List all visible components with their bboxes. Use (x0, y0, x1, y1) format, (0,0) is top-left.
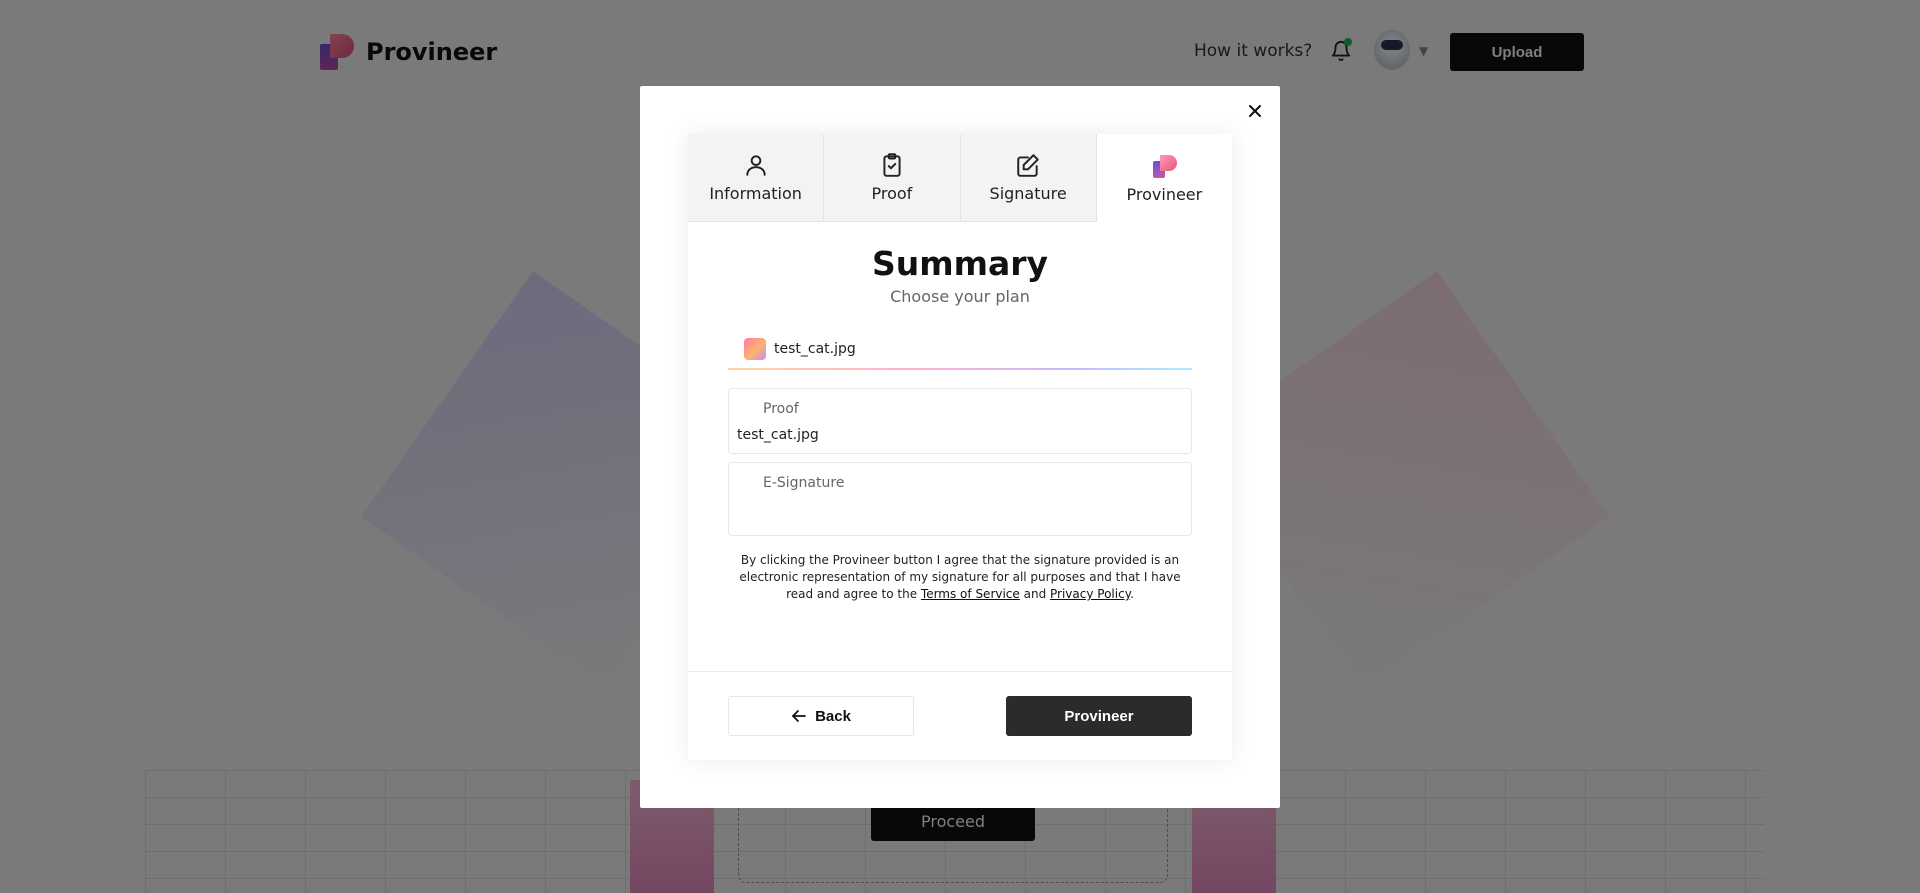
gradient-divider (728, 368, 1192, 370)
summary-title: Summary (871, 244, 1049, 283)
clipboard-check-icon (883, 153, 901, 177)
tab-label-provineer: Provineer (1126, 184, 1203, 204)
tab-label-proof: Proof (871, 184, 913, 203)
selected-file-row: test_cat.jpg (728, 330, 1192, 368)
person-icon (745, 155, 766, 176)
privacy-policy-link[interactable]: Privacy Policy (1050, 587, 1130, 601)
summary-card: Information Proof Signature Provineer Su… (688, 134, 1232, 760)
proof-field-value: test_cat.jpg (737, 427, 819, 443)
tab-label-information: Information (709, 184, 802, 203)
footer-divider (688, 671, 1232, 672)
tab-signature[interactable]: Signature (960, 134, 1097, 222)
provineer-submit-button[interactable]: Provineer (1006, 696, 1192, 736)
step-tabs: Information Proof Signature Provineer (688, 134, 1232, 222)
file-thumbnail (744, 338, 766, 360)
back-button-label: Back (815, 707, 851, 725)
tab-provineer[interactable]: Provineer (1096, 134, 1232, 222)
back-button[interactable]: Back (728, 696, 914, 736)
tab-label-signature: Signature (989, 184, 1067, 203)
terms-of-service-link[interactable]: Terms of Service (921, 587, 1020, 601)
tab-proof[interactable]: Proof (824, 134, 961, 222)
tab-information[interactable]: Information (688, 134, 825, 222)
e-signature-field: E-Signature (728, 462, 1192, 536)
proof-field-label: Proof (763, 401, 799, 417)
e-signature-field-label: E-Signature (763, 475, 845, 491)
file-name: test_cat.jpg (774, 341, 856, 357)
provineer-logo-icon (1151, 153, 1178, 179)
close-icon (1249, 105, 1261, 117)
proof-field: Proof test_cat.jpg (728, 388, 1192, 454)
arrow-left-icon (792, 710, 806, 722)
consent-end: . (1130, 587, 1134, 601)
edit-icon (1017, 154, 1039, 177)
consent-and: and (1019, 587, 1051, 601)
close-button[interactable] (1243, 99, 1267, 123)
consent-text: By clicking the Provineer button I agree… (728, 552, 1192, 603)
summary-subtitle: Choose your plan (890, 287, 1030, 306)
